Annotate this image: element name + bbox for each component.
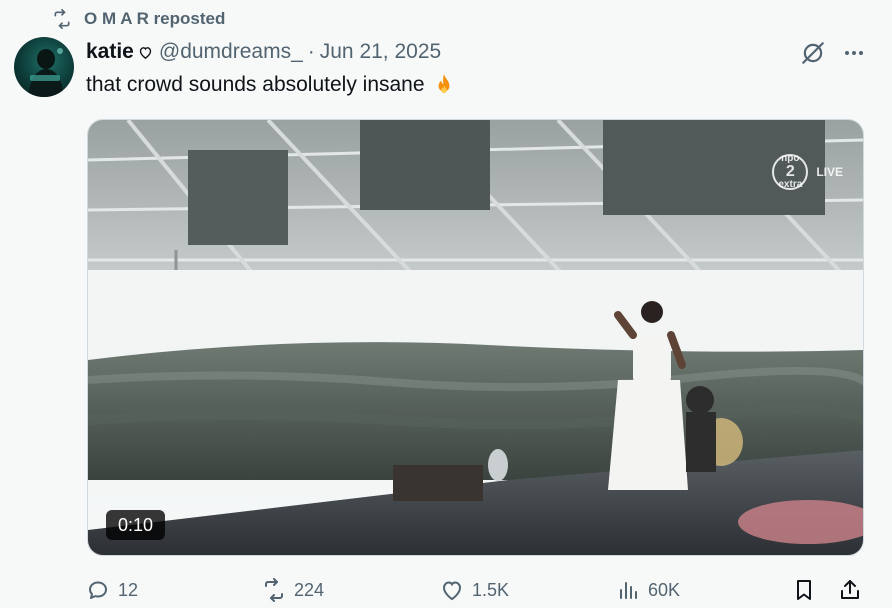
repost-count: 224 [294, 579, 325, 600]
separator-dot: · [307, 40, 315, 63]
watermark-live: LIVE [816, 165, 843, 179]
repost-action-icon [262, 578, 286, 602]
views-button[interactable]: 60K [616, 578, 680, 602]
repost-icon [52, 9, 72, 29]
like-button[interactable]: 1.5K [440, 578, 509, 602]
repost-context: O M A R reposted [52, 8, 225, 30]
reply-icon [86, 578, 110, 602]
post-date[interactable]: Jun 21, 2025 [320, 40, 441, 64]
author-handle[interactable]: @dumdreams_ [159, 40, 303, 64]
watermark-sub: extra [778, 179, 803, 190]
video-duration-badge: 0:10 [106, 510, 166, 540]
like-count: 1.5K [472, 579, 510, 600]
action-bar: 12 224 1.5K 60K [86, 574, 866, 606]
views-chart-icon [616, 578, 640, 602]
heart-outline-icon [138, 45, 153, 60]
npo2-extra-logo: npo 2 extra [772, 154, 809, 190]
bookmark-icon [792, 578, 816, 602]
tweet[interactable]: O M A R reposted katie @dumdreams_ · Jun… [0, 0, 892, 608]
watermark-channel: 2 [785, 163, 795, 180]
tweet-text: that crowd sounds absolutely insane [86, 72, 457, 98]
views-count: 60K [648, 579, 681, 600]
share-button[interactable] [838, 578, 862, 602]
video-player[interactable]: npo 2 extra LIVE 0:10 [87, 119, 864, 556]
channel-watermark: npo 2 extra LIVE [772, 154, 843, 190]
grok-icon[interactable] [800, 40, 826, 66]
repost-button[interactable]: 224 [262, 578, 324, 602]
like-icon [440, 578, 464, 602]
video-frame [88, 120, 863, 555]
tweet-header: katie @dumdreams_ · Jun 21, 2025 [86, 38, 441, 66]
share-icon [838, 578, 862, 602]
top-actions [800, 40, 866, 66]
repost-label[interactable]: O M A R reposted [84, 9, 225, 29]
reply-count: 12 [118, 579, 139, 600]
reply-button[interactable]: 12 [86, 578, 138, 602]
tweet-body: that crowd sounds absolutely insane [86, 73, 425, 96]
more-options-icon[interactable] [842, 41, 866, 65]
avatar[interactable] [14, 37, 74, 97]
bookmark-button[interactable] [792, 578, 816, 602]
author-name[interactable]: katie [86, 40, 134, 64]
fire-emoji-icon [431, 72, 457, 98]
